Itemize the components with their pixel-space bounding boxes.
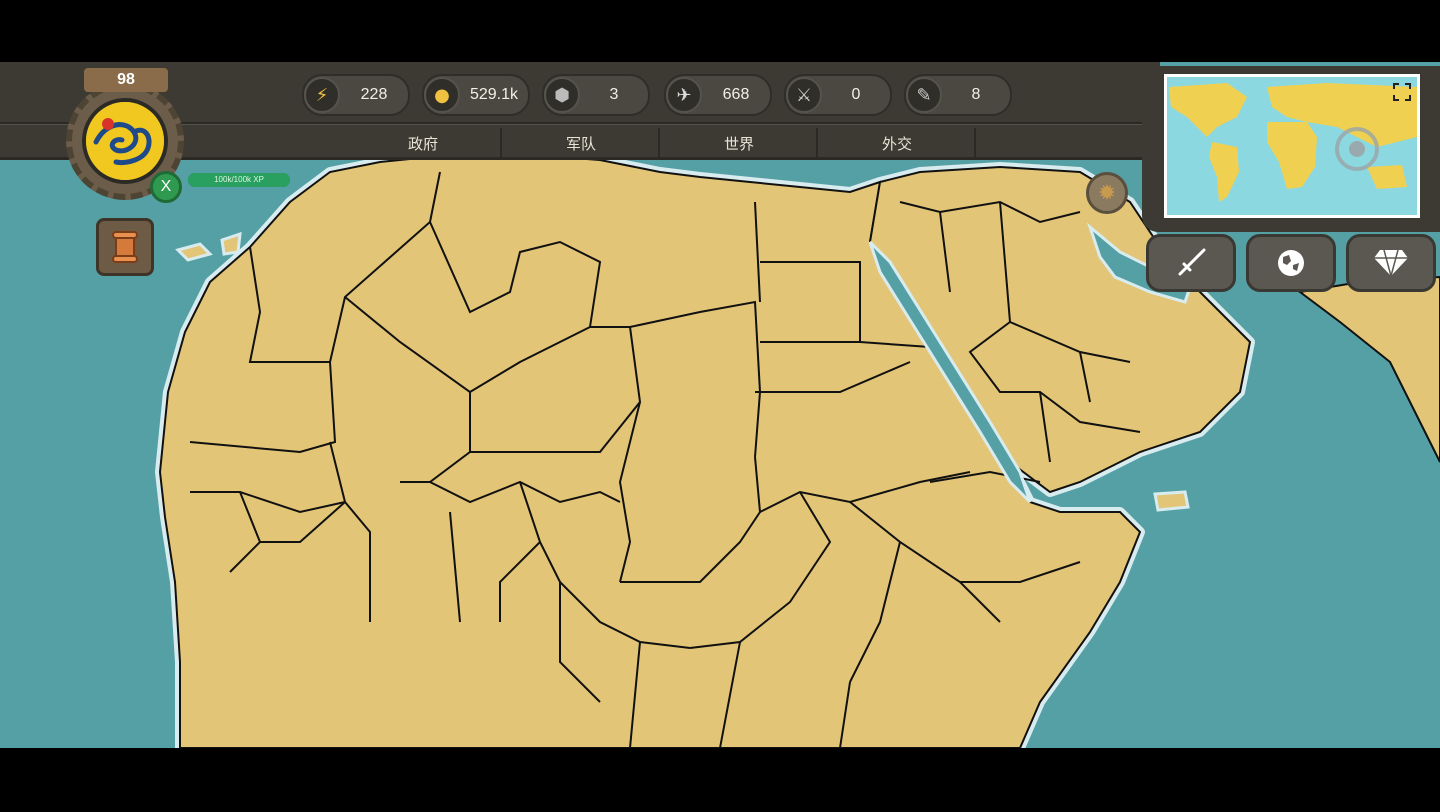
expand-icon[interactable] [1392, 82, 1412, 102]
xp-bar: 100k/100k XP [188, 173, 290, 187]
level-badge: 98 [84, 68, 168, 92]
gear-icon: ✹ [1097, 180, 1117, 206]
globe-icon [1278, 250, 1304, 276]
resource-energy-value: 228 [360, 86, 388, 103]
resource-manpower-value: 3 [609, 86, 619, 103]
resource-research-value: 8 [971, 86, 981, 103]
diamond-icon [1374, 249, 1408, 277]
country-badge[interactable]: X [150, 171, 182, 203]
lightning-icon: ⚡ [304, 77, 340, 113]
letterbox-top [0, 0, 1440, 62]
tab-world[interactable]: 世界 [662, 128, 818, 158]
resource-gold-value: 529.1k [469, 86, 519, 103]
game-viewport: ⚡ 228 ● 529.1k ⬢ 3 ✈ 668 ⚔ 0 ✎ 8 政府 军队 世… [0, 62, 1440, 748]
sword-icon [1178, 248, 1206, 276]
tab-military[interactable]: 军队 [504, 128, 660, 158]
gold-coins-icon: ● [424, 77, 460, 113]
letterbox-bottom [0, 748, 1440, 812]
crossed-swords-icon: ⚔ [786, 77, 822, 113]
minimap[interactable] [1164, 74, 1420, 218]
resource-oil[interactable]: ✈ 668 [664, 74, 772, 116]
resource-army[interactable]: ⚔ 0 [784, 74, 892, 116]
shield-icon: ⬢ [544, 77, 580, 113]
xp-text: 100k/100k XP [214, 175, 264, 184]
tab-diplomacy[interactable]: 外交 [820, 128, 976, 158]
resource-manpower[interactable]: ⬢ 3 [542, 74, 650, 116]
resource-oil-value: 668 [722, 86, 750, 103]
scroll-icon [112, 231, 138, 263]
settings-gear-button[interactable]: ✹ [1086, 172, 1128, 214]
resource-army-value: 0 [851, 86, 861, 103]
resource-research[interactable]: ✎ 8 [904, 74, 1012, 116]
pen-icon: ✎ [906, 77, 942, 113]
premium-button[interactable] [1346, 234, 1436, 292]
tab-government[interactable]: 政府 [346, 128, 502, 158]
resource-gold[interactable]: ● 529.1k [422, 74, 530, 116]
scroll-button[interactable] [96, 218, 154, 276]
world-button[interactable] [1246, 234, 1336, 292]
resource-energy[interactable]: ⚡ 228 [302, 74, 410, 116]
dragon-flag-emblem [82, 98, 168, 184]
war-button[interactable] [1146, 234, 1236, 292]
oil-drop-icon: ✈ [666, 77, 702, 113]
